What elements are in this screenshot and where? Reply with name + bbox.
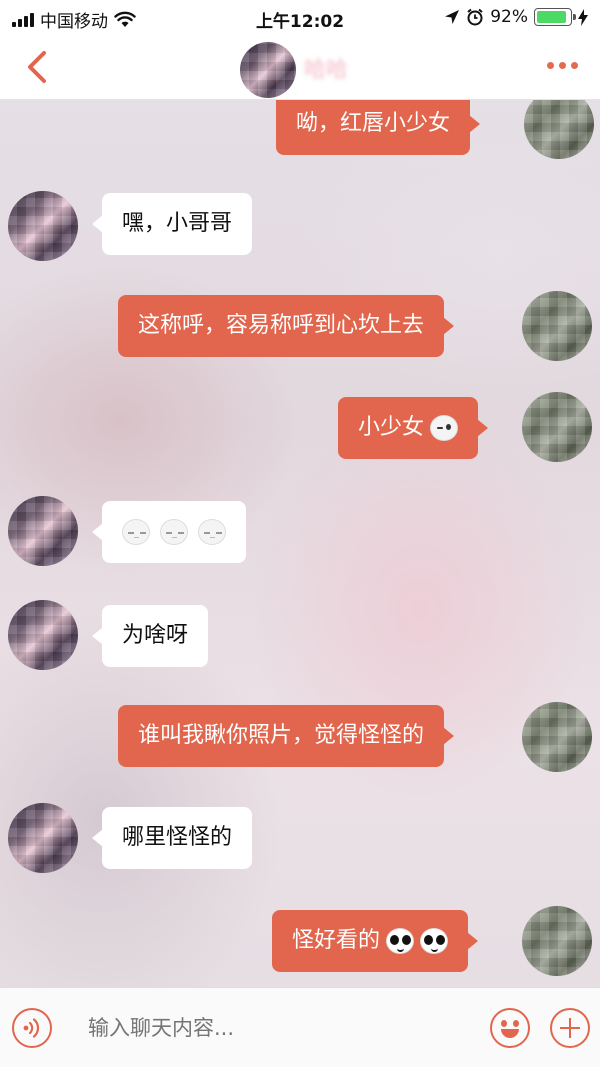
contact-avatar[interactable] (8, 191, 78, 261)
more-dot (559, 62, 566, 69)
message-input[interactable] (88, 1012, 468, 1044)
message-bubble-other[interactable]: 为啥呀 (91, 605, 209, 667)
input-bar (0, 987, 600, 1067)
message-bubble-self[interactable]: 这称呼，容易称呼到心坎上去 (118, 295, 455, 357)
smiley-icon[interactable] (490, 1008, 530, 1048)
message-text: 谁叫我瞅你照片，觉得怪怪的 (138, 723, 425, 748)
self-avatar[interactable] (522, 702, 592, 772)
back-button[interactable] (20, 48, 54, 86)
message-bubble-self[interactable]: 怪好看的 (272, 910, 479, 972)
charging-bolt-icon (578, 8, 588, 26)
location-icon (445, 10, 460, 24)
message-bubble-other[interactable]: 哪里怪怪的 (91, 807, 253, 869)
sleepy-emoji-icon (160, 519, 188, 545)
message-text: 嘿，小哥哥 (122, 211, 233, 236)
message-bubble-self[interactable]: 小少女 (338, 397, 489, 459)
chevron-left-icon (28, 51, 46, 83)
message-bubble-other[interactable]: 嘿，小哥哥 (91, 193, 253, 255)
more-dot (571, 62, 578, 69)
status-right: 92% (444, 7, 588, 27)
message-text: 这称呼，容易称呼到心坎上去 (138, 313, 425, 338)
sleepy-emoji-icon (122, 519, 150, 545)
plus-icon[interactable] (550, 1008, 590, 1048)
self-avatar[interactable] (522, 906, 592, 976)
message-list[interactable]: 呦，红唇小少女 嘿，小哥哥 这称呼，容易称呼到心坎上去 小少女 为啥呀 谁叫我瞅… (0, 100, 600, 987)
voice-button[interactable] (12, 1008, 52, 1048)
battery-fill (537, 11, 567, 23)
self-avatar[interactable] (522, 392, 592, 462)
more-dots-icon (547, 62, 554, 69)
eyes-emoji-icon (386, 928, 415, 954)
contact-avatar[interactable] (8, 600, 78, 670)
self-avatar[interactable] (522, 291, 592, 361)
message-bubble-self[interactable]: 谁叫我瞅你照片，觉得怪怪的 (118, 705, 455, 767)
battery-icon (534, 8, 576, 26)
alarm-icon (467, 8, 483, 26)
contact-avatar[interactable] (8, 496, 78, 566)
more-button[interactable] (547, 62, 578, 69)
status-bar: 中国移动 上午12:02 92% (0, 0, 600, 34)
message-text: 怪好看的 (292, 928, 381, 953)
message-bubble-self[interactable]: 呦，红唇小少女 (276, 100, 481, 155)
message-text: 小少女 (358, 415, 425, 440)
voice-icon (23, 1018, 40, 1038)
sleepy-emoji-icon (198, 519, 226, 545)
chat-header: 哈哈 (0, 34, 600, 100)
message-text: 呦，红唇小少女 (296, 111, 451, 136)
contact-name: 哈哈 (304, 58, 349, 83)
wink-emoji-icon (430, 415, 459, 441)
battery-percent: 92% (490, 7, 528, 27)
self-avatar[interactable] (524, 100, 594, 159)
contact-avatar[interactable] (8, 803, 78, 873)
eyes-emoji-icon (420, 928, 449, 954)
message-bubble-other[interactable] (92, 501, 246, 563)
contact-avatar[interactable] (240, 42, 296, 98)
message-text: 哪里怪怪的 (122, 825, 233, 850)
message-text: 为啥呀 (122, 623, 189, 648)
